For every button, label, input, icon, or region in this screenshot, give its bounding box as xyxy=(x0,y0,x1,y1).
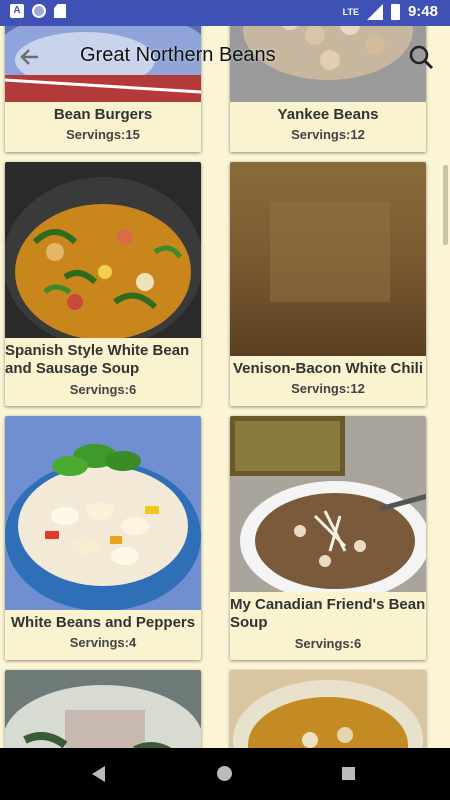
recipe-title: Yankee Beans xyxy=(277,106,379,123)
recipe-servings: Servings:6 xyxy=(294,636,362,651)
recipe-photo xyxy=(230,416,426,592)
scrollbar[interactable] xyxy=(443,165,448,245)
sd-card-icon xyxy=(54,4,66,18)
recipe-photo xyxy=(5,670,201,748)
nav-back-icon[interactable] xyxy=(92,766,105,782)
app-notification-icon: A xyxy=(10,4,24,18)
recipe-card-spanish-soup[interactable]: Spanish Style White Bean and Sausage Sou… xyxy=(5,162,201,406)
recipe-photo xyxy=(5,162,201,338)
recipe-title: White Beans and Peppers xyxy=(10,614,196,631)
status-bar: A LTE 9:48 xyxy=(0,0,450,26)
sync-icon xyxy=(32,4,46,18)
network-type: LTE xyxy=(342,6,359,17)
nav-home-icon[interactable] xyxy=(217,766,232,781)
clock: 9:48 xyxy=(407,3,438,20)
recipe-card-white-beans-peppers[interactable]: White Beans and Peppers Servings:4 xyxy=(5,416,201,660)
recipe-photo xyxy=(5,416,201,610)
recipe-servings: Servings:4 xyxy=(69,635,137,650)
app-bar: Great Northern Beans xyxy=(0,26,450,86)
recipe-card-partial-2[interactable] xyxy=(230,670,426,748)
page-title: Great Northern Beans xyxy=(80,44,276,66)
recipe-title: Bean Burgers xyxy=(53,106,153,123)
recipe-photo xyxy=(230,162,426,356)
back-arrow-icon[interactable] xyxy=(18,46,40,68)
search-icon[interactable] xyxy=(408,44,434,70)
recipe-servings: Servings:12 xyxy=(291,127,365,142)
battery-icon xyxy=(390,3,400,20)
recipe-title: Venison-Bacon White Chili xyxy=(232,360,423,377)
recipe-card-venison-chili[interactable]: Venison-Bacon White Chili Servings:12 xyxy=(230,162,426,406)
recipe-servings: Servings:15 xyxy=(66,127,140,142)
nav-recents-icon[interactable] xyxy=(342,767,355,780)
recipe-title: Spanish Style White Bean and Sausage Sou… xyxy=(5,342,190,377)
recipe-card-partial-1[interactable] xyxy=(5,670,201,748)
recipe-title: My Canadian Friend's Bean Soup xyxy=(230,596,426,631)
recipe-servings: Servings:6 xyxy=(69,382,137,397)
recipe-card-canadian-bean-soup[interactable]: My Canadian Friend's Bean Soup Servings:… xyxy=(230,416,426,660)
signal-icon xyxy=(366,3,383,20)
recipe-servings: Servings:12 xyxy=(291,381,365,396)
recipe-photo xyxy=(230,670,426,748)
recipe-grid: Bean Burgers Servings:15 Yankee Beans Se… xyxy=(0,0,450,748)
navigation-bar xyxy=(0,748,450,800)
